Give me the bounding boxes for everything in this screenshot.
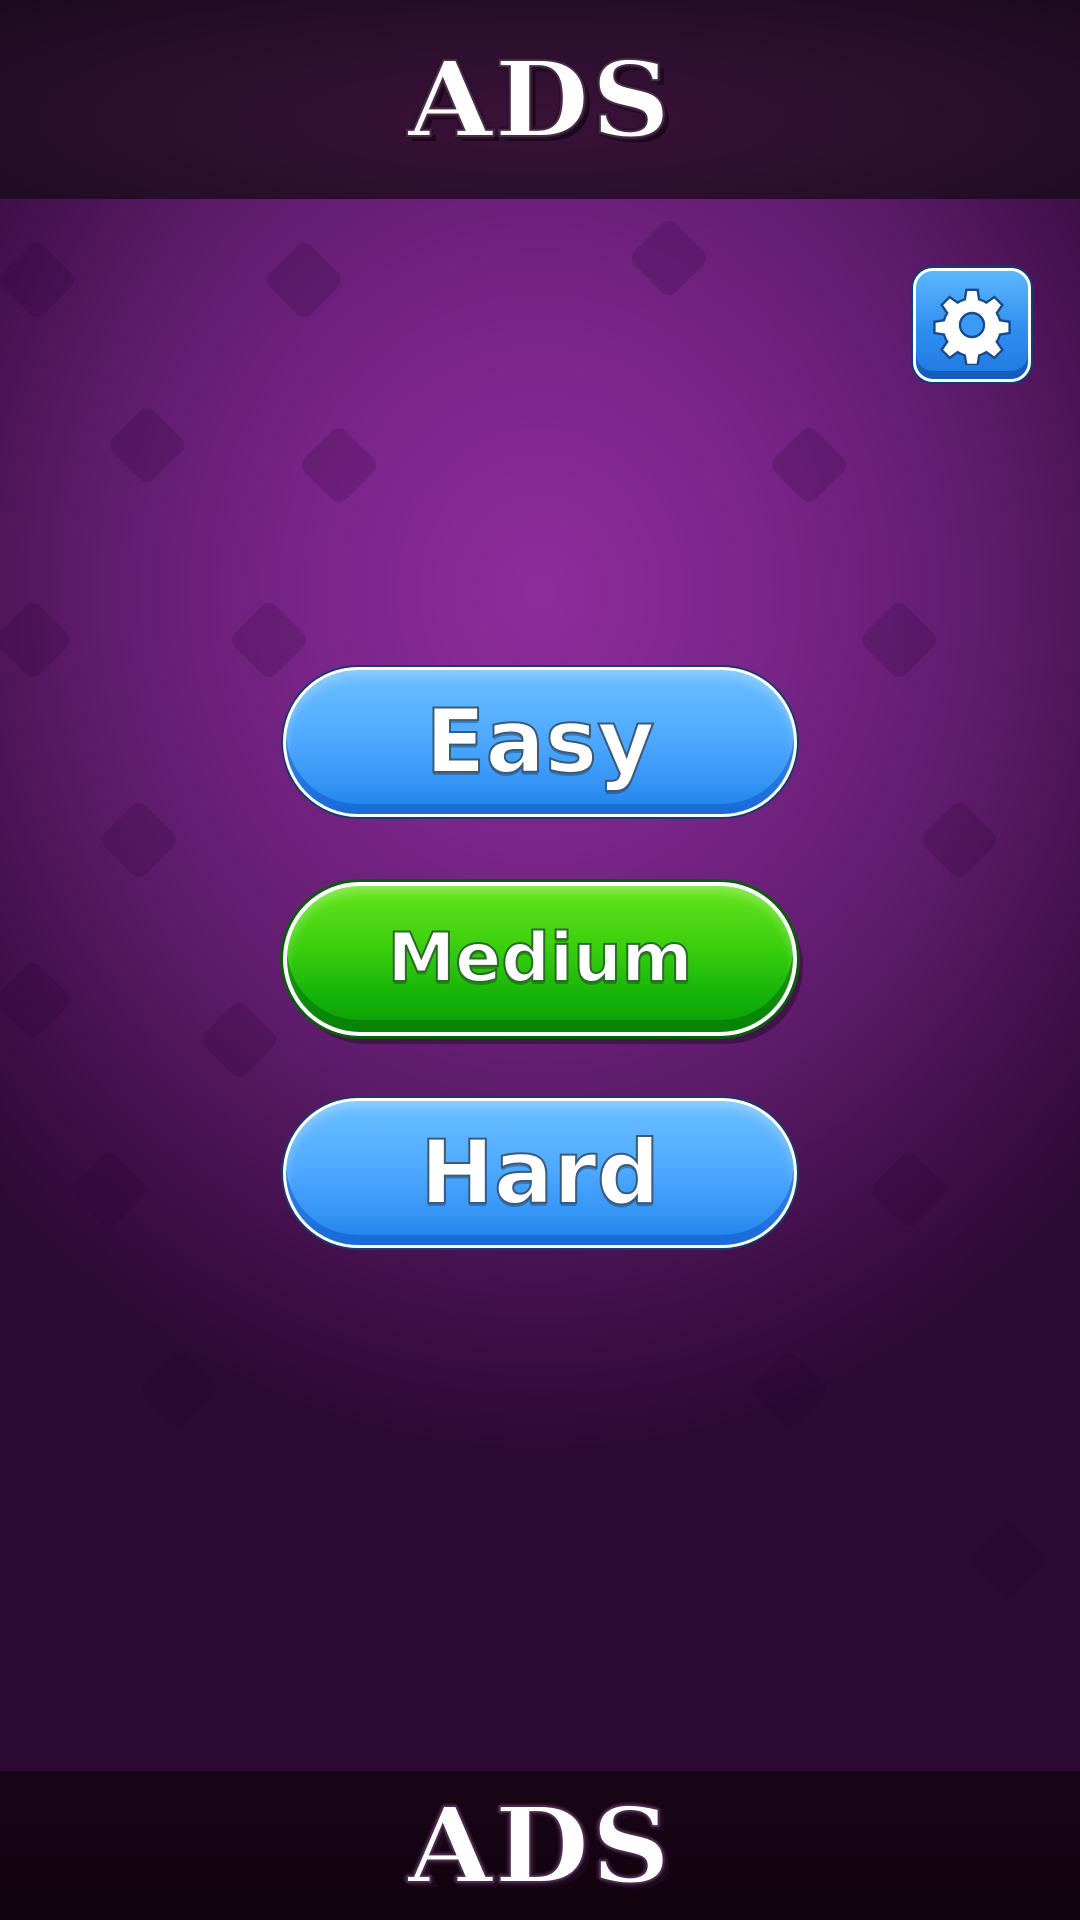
top-ad-banner[interactable]: ADS (0, 0, 1080, 199)
bottom-ad-label: ADS (407, 1783, 673, 1908)
top-ad-label: ADS (407, 37, 673, 162)
background-pattern (227, 598, 311, 682)
background-pattern (747, 1348, 831, 1432)
background-pattern (137, 1348, 221, 1432)
background-pattern (917, 798, 1001, 882)
background-pattern (627, 216, 711, 300)
hard-difficulty-button[interactable]: Hard (283, 1098, 797, 1248)
background-pattern (0, 238, 79, 322)
background-pattern (767, 423, 851, 507)
easy-difficulty-button[interactable]: Easy (283, 667, 797, 817)
background-pattern (197, 998, 281, 1082)
background-pattern (867, 1148, 951, 1232)
background-pattern (297, 423, 381, 507)
game-screen: ADS Easy Medium Hard ADS (0, 0, 1080, 1920)
background-pattern (967, 1518, 1051, 1602)
background-pattern (105, 403, 189, 487)
background-pattern (857, 598, 941, 682)
background-pattern (97, 798, 181, 882)
background-pattern (0, 598, 75, 682)
background-pattern (67, 1148, 151, 1232)
bottom-ad-banner[interactable]: ADS (0, 1771, 1080, 1920)
medium-difficulty-button[interactable]: Medium (283, 882, 797, 1036)
background-pattern (262, 238, 346, 322)
easy-label: Easy (424, 690, 655, 793)
settings-button[interactable] (913, 268, 1031, 382)
gear-icon (933, 288, 1011, 365)
hard-label: Hard (419, 1121, 660, 1224)
background-pattern (0, 958, 75, 1042)
medium-label: Medium (386, 919, 693, 998)
